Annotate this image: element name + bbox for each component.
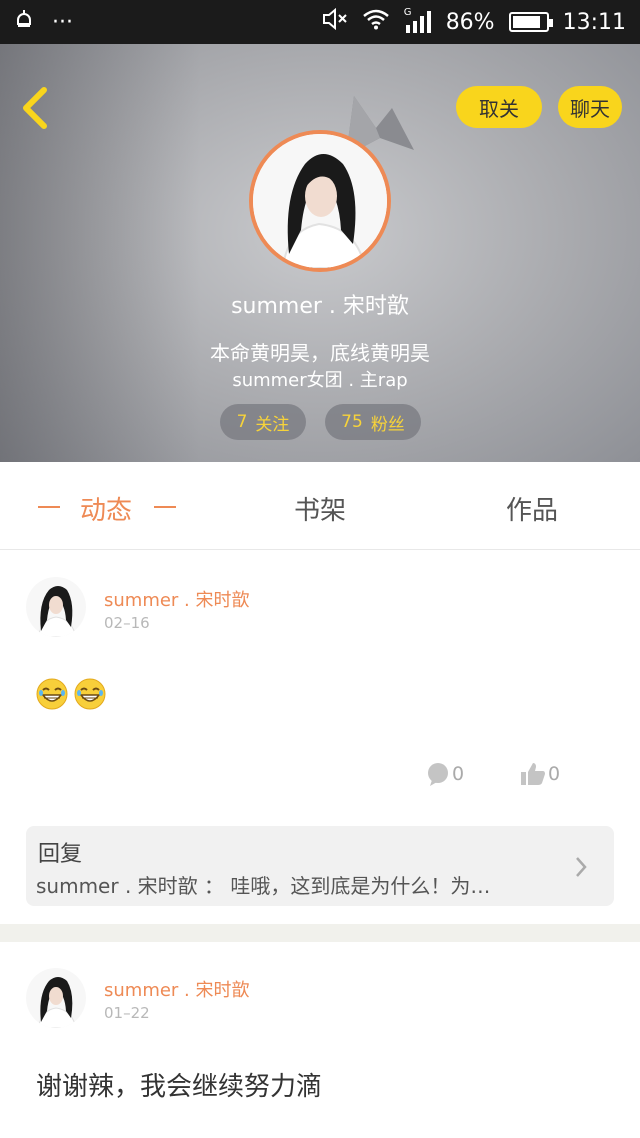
status-bar: ··· G 86% 13:11 bbox=[0, 0, 640, 44]
tab-moments[interactable]: 动态 bbox=[80, 490, 132, 527]
wifi-icon bbox=[362, 8, 390, 36]
chevron-left-icon bbox=[23, 87, 47, 129]
reply-title: 回复 bbox=[38, 842, 83, 867]
tab-works[interactable]: 作品 bbox=[506, 490, 558, 527]
post-item: summer . 宋时歆 02–16 0 0 回复 summer . 宋时歆 ： bbox=[0, 551, 640, 924]
unfollow-button[interactable]: 取关 bbox=[456, 86, 542, 128]
profile-header: 取关 聊天 summer . 宋时歆 本命黄明昊，底线黄明昊 summer女团 … bbox=[0, 44, 640, 462]
signal-icon: G bbox=[404, 7, 432, 33]
post-date: 02–16 bbox=[104, 614, 150, 632]
following-stat[interactable]: 7 关注 bbox=[220, 404, 306, 440]
followers-stat[interactable]: 75 粉丝 bbox=[325, 404, 421, 440]
followers-count: 75 bbox=[341, 412, 363, 432]
comment-icon bbox=[428, 763, 448, 786]
bug-icon bbox=[14, 8, 34, 36]
post-item: summer . 宋时歆 01–22 bbox=[0, 942, 640, 1138]
following-label: 关注 bbox=[255, 414, 290, 435]
mute-icon bbox=[322, 7, 348, 36]
post-avatar[interactable] bbox=[26, 968, 86, 1028]
profile-avatar[interactable] bbox=[249, 130, 391, 272]
chevron-right-icon bbox=[576, 857, 587, 877]
reply-text: summer . 宋时歆 ： 哇哦，这到底是为什么！为… bbox=[36, 874, 491, 898]
post-avatar[interactable] bbox=[26, 577, 86, 637]
battery-icon bbox=[508, 12, 553, 32]
clock: 13:11 bbox=[562, 9, 626, 35]
followers-label: 粉丝 bbox=[370, 414, 405, 435]
tab-bar: 动态 书架 作品 bbox=[0, 462, 640, 550]
laughing-emoji-icon bbox=[36, 678, 68, 710]
back-button[interactable] bbox=[16, 86, 56, 130]
thumbs-up-icon bbox=[521, 763, 545, 785]
comment-button[interactable]: 0 bbox=[426, 762, 464, 786]
signal-label: G bbox=[403, 7, 412, 18]
tab-indicator-left bbox=[38, 506, 60, 508]
comment-count: 0 bbox=[452, 763, 465, 785]
chat-button[interactable]: 聊天 bbox=[558, 86, 622, 128]
profile-name: summer . 宋时歆 bbox=[231, 294, 409, 319]
tab-bookshelf[interactable]: 书架 bbox=[294, 490, 346, 527]
reply-preview[interactable]: 回复 summer . 宋时歆 ： 哇哦，这到底是为什么！为… bbox=[26, 826, 614, 906]
battery-percent: 86% bbox=[445, 9, 495, 35]
section-divider bbox=[0, 924, 640, 942]
laughing-emoji-icon bbox=[74, 678, 106, 710]
more-dots-icon: ··· bbox=[52, 9, 73, 35]
tab-indicator-right bbox=[154, 506, 176, 508]
like-count: 0 bbox=[548, 763, 561, 785]
profile-bio: 本命黄明昊，底线黄明昊 bbox=[210, 341, 430, 365]
post-content: 谢谢辣，我会继续努力滴 bbox=[36, 1072, 323, 1102]
post-author[interactable]: summer . 宋时歆 bbox=[104, 976, 250, 1002]
post-author[interactable]: summer . 宋时歆 bbox=[104, 586, 250, 612]
like-button[interactable]: 0 bbox=[520, 762, 560, 786]
profile-tagline: summer女团 . 主rap bbox=[232, 370, 408, 391]
post-date: 01–22 bbox=[104, 1004, 150, 1022]
following-count: 7 bbox=[236, 412, 248, 432]
